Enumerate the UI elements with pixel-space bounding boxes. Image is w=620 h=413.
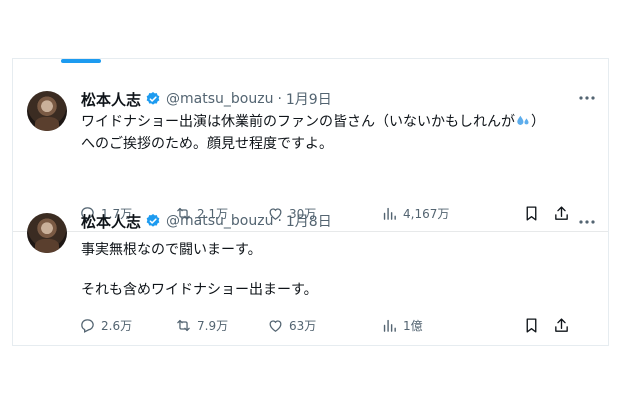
views-count: 1億 <box>403 318 423 333</box>
share-icon <box>555 317 568 332</box>
more-options-icon[interactable] <box>578 91 596 105</box>
tweet-2[interactable]: 松本人志 @matsu_bouzu · 1月8日 事実無根なので闘いまーす。 そ… <box>13 205 610 345</box>
avatar[interactable] <box>27 213 67 253</box>
separator-dot: · <box>277 213 282 229</box>
active-tab-indicator <box>61 59 101 63</box>
reply-button[interactable]: 2.6万 <box>79 317 175 334</box>
verified-badge-icon <box>146 214 160 227</box>
tweet-list-card: 松本人志 @matsu_bouzu · 1月9日 ワイドナショー出演は休業前のフ… <box>12 58 609 346</box>
like-button[interactable]: 63万 <box>267 317 381 334</box>
tweet-text-line-end: ） <box>531 114 545 130</box>
tweet-actions: 2.6万 7.9万 63万 1億 <box>79 315 599 335</box>
retweet-count: 7.9万 <box>197 318 229 333</box>
display-name[interactable]: 松本人志 <box>81 211 141 232</box>
more-options-icon[interactable] <box>578 215 596 229</box>
bookmark-button[interactable] <box>521 317 547 334</box>
tweet-text-line: 事実無根なので闘いまーす。 <box>81 242 262 258</box>
tweet-text-line: ワイドナショー出演は休業前のファンの皆さん（いないかもしれんが <box>81 114 515 130</box>
user-handle[interactable]: @matsu_bouzu <box>166 213 273 229</box>
retweet-icon <box>177 319 190 331</box>
tweet-header: 松本人志 @matsu_bouzu · 1月8日 <box>81 211 332 231</box>
retweet-button[interactable]: 7.9万 <box>175 317 267 334</box>
tweet-text: ワイドナショー出演は休業前のファンの皆さん（いないかもしれんが ） へのご挨拶の… <box>81 111 545 155</box>
display-name[interactable]: 松本人志 <box>81 89 141 110</box>
tweet-date[interactable]: 1月8日 <box>286 211 332 231</box>
like-icon <box>269 319 282 332</box>
like-count: 63万 <box>289 318 317 333</box>
reply-icon <box>81 318 94 333</box>
tweet-header: 松本人志 @matsu_bouzu · 1月9日 <box>81 89 332 109</box>
share-button[interactable] <box>551 317 577 334</box>
views-icon <box>383 319 396 332</box>
separator-dot: · <box>277 91 282 107</box>
sweat-droplets-emoji <box>517 115 529 125</box>
verified-badge-icon <box>146 92 160 105</box>
avatar[interactable] <box>27 91 67 131</box>
tweet-text-line: それも含めワイドナショー出まーす。 <box>81 282 318 298</box>
user-handle[interactable]: @matsu_bouzu <box>166 91 273 107</box>
views-button[interactable]: 1億 <box>381 317 521 334</box>
tweet-date[interactable]: 1月9日 <box>286 89 332 109</box>
reply-count: 2.6万 <box>101 318 133 333</box>
bookmark-icon <box>526 317 537 333</box>
tweet-text-line: へのご挨拶のため。顔見せ程度ですよ。 <box>81 136 333 152</box>
